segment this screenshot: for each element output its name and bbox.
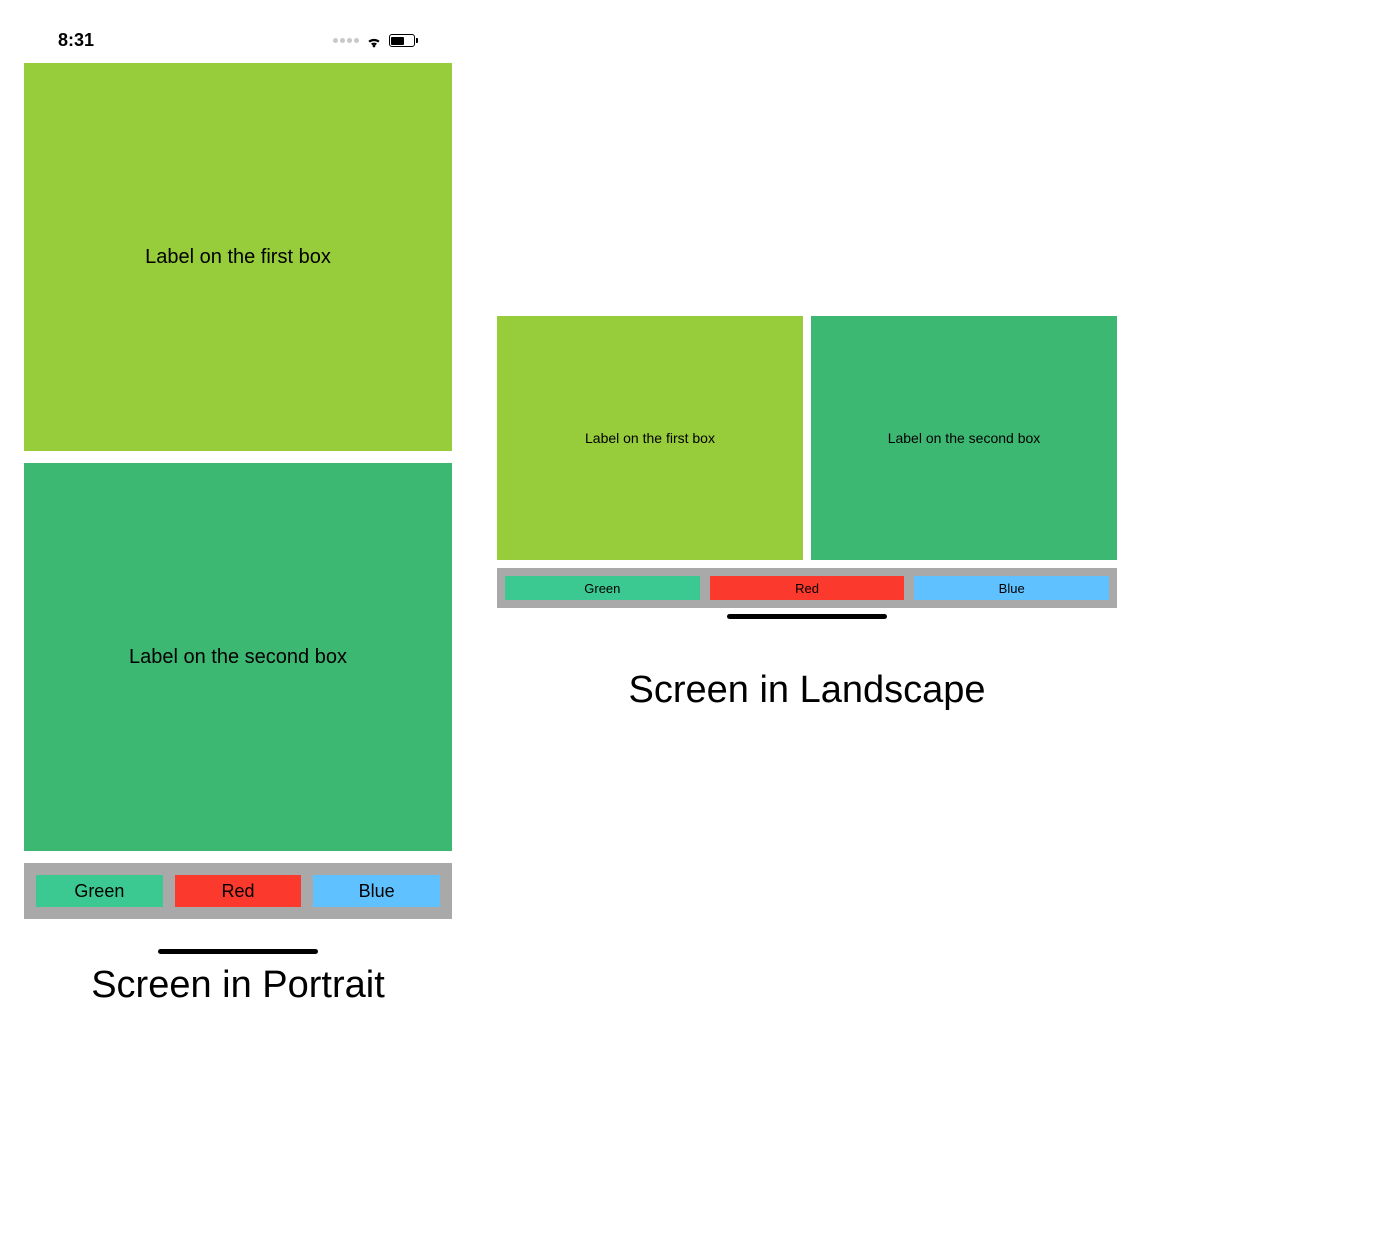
green-button[interactable]: Green bbox=[36, 875, 163, 907]
red-button-label-landscape: Red bbox=[795, 581, 819, 596]
box-2-label: Label on the second box bbox=[129, 646, 347, 669]
box-1-label: Label on the first box bbox=[145, 246, 331, 269]
statusbar-right bbox=[333, 32, 419, 50]
green-button-landscape[interactable]: Green bbox=[505, 576, 700, 600]
blue-button-landscape[interactable]: Blue bbox=[914, 576, 1109, 600]
home-indicator bbox=[158, 949, 318, 954]
home-indicator-landscape bbox=[727, 614, 887, 619]
statusbar-time: 8:31 bbox=[58, 30, 94, 51]
wifi-icon bbox=[365, 32, 383, 50]
blue-button-label: Blue bbox=[359, 881, 395, 902]
blue-button[interactable]: Blue bbox=[313, 875, 440, 907]
red-button-landscape[interactable]: Red bbox=[710, 576, 905, 600]
red-button[interactable]: Red bbox=[175, 875, 302, 907]
button-bar-landscape: Green Red Blue bbox=[497, 568, 1117, 608]
battery-icon bbox=[389, 34, 419, 47]
button-bar: Green Red Blue bbox=[24, 863, 452, 919]
green-button-label-landscape: Green bbox=[584, 581, 620, 596]
blue-button-label-landscape: Blue bbox=[999, 581, 1025, 596]
box-2-landscape: Label on the second box bbox=[811, 316, 1117, 560]
box-2: Label on the second box bbox=[24, 463, 452, 851]
box-1: Label on the first box bbox=[24, 63, 452, 451]
status-bar: 8:31 bbox=[24, 26, 452, 63]
portrait-caption: Screen in Portrait bbox=[24, 964, 452, 1007]
box-1-landscape: Label on the first box bbox=[497, 316, 803, 560]
landscape-caption: Screen in Landscape bbox=[497, 669, 1117, 712]
box-1-label-landscape: Label on the first box bbox=[585, 430, 715, 446]
green-button-label: Green bbox=[74, 881, 124, 902]
portrait-screen: 8:31 Label on the first box Label on the… bbox=[24, 26, 452, 966]
red-button-label: Red bbox=[221, 881, 254, 902]
cellular-signal-icon bbox=[333, 38, 359, 43]
box-2-label-landscape: Label on the second box bbox=[888, 430, 1041, 446]
landscape-screen: Label on the first box Label on the seco… bbox=[497, 316, 1117, 712]
